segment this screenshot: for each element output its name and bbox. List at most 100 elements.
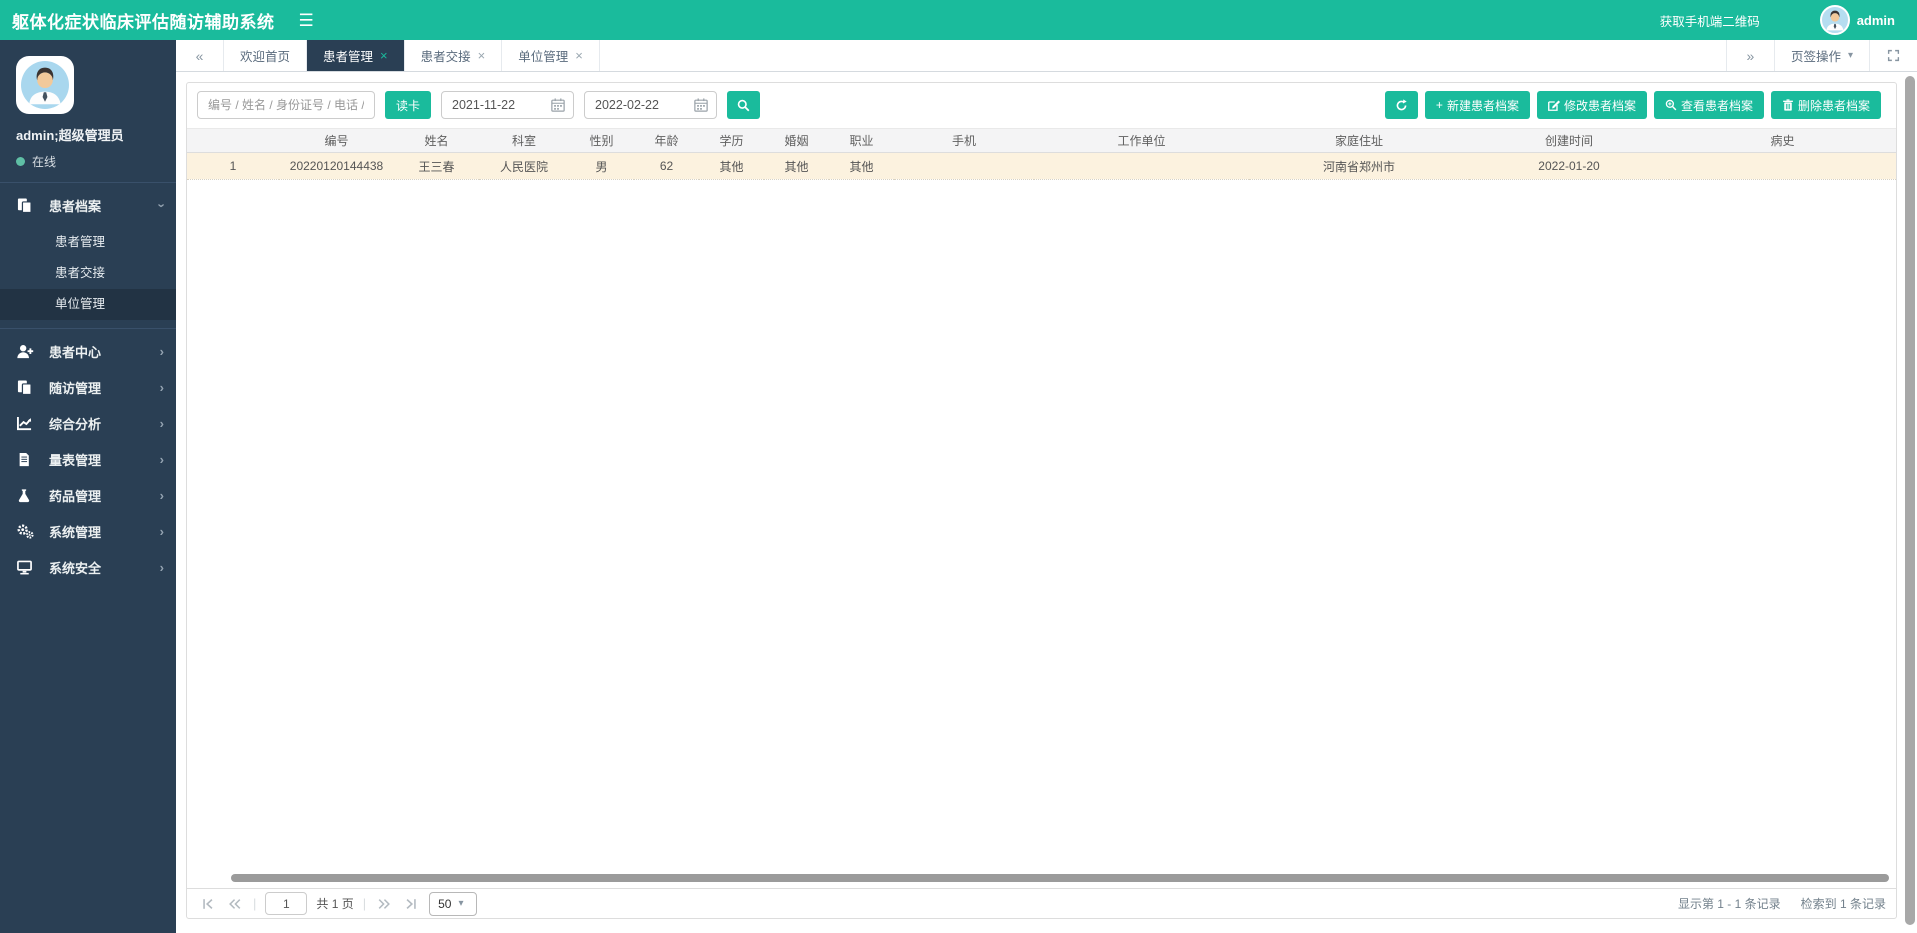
cell: 62 (634, 152, 699, 180)
tab-bar: « 欢迎首页 患者管理 × 患者交接 × 单位管理 × » 页签操作 ▾ (176, 40, 1917, 72)
sidebar-item-system-manage[interactable]: 系统管理 › (0, 513, 176, 549)
menu-label: 患者档案 (49, 198, 102, 214)
tab-patient-handover[interactable]: 患者交接 × (405, 40, 503, 71)
tab-unit-manage[interactable]: 单位管理 × (502, 40, 600, 71)
patient-table: 编号 姓名 科室 性别 年龄 学历 婚姻 职业 手机 工作单位 家庭住址 创建时… (187, 128, 1896, 180)
col-header[interactable]: 家庭住址 (1249, 128, 1469, 153)
patient-archive-submenu: 患者管理 患者交接 单位管理 (0, 223, 176, 329)
user-avatar[interactable] (1819, 5, 1850, 35)
search-button[interactable] (727, 91, 761, 119)
cell: 王三春 (394, 152, 479, 180)
page-size-select[interactable]: 50 ▾ (429, 891, 478, 916)
paste-icon (17, 197, 34, 213)
sidebar-toggle-icon[interactable]: ☰ (299, 12, 314, 29)
menu-label: 药品管理 (49, 488, 102, 504)
toolbar: 读卡 2021-11-22 2022-02-22 (187, 83, 1896, 128)
date-from-input[interactable]: 2021-11-22 (441, 91, 575, 119)
topbar: 躯体化症状临床评估随访辅助系统 ☰ 获取手机端二维码 admin (0, 0, 1917, 40)
refresh-icon (1396, 98, 1407, 110)
scroll-tabs-left-button[interactable]: « (176, 40, 224, 71)
edit-icon (1548, 100, 1560, 111)
view-patient-button[interactable]: 查看患者档案 (1653, 91, 1764, 119)
sidebar-subitem-patient-handover[interactable]: 患者交接 (0, 258, 176, 289)
close-icon[interactable]: × (478, 49, 486, 62)
fullscreen-button[interactable] (1869, 40, 1917, 71)
sidebar-item-followup-manage[interactable]: 随访管理 › (0, 369, 176, 405)
next-page-button[interactable] (375, 896, 393, 912)
zoom-in-icon (1665, 99, 1677, 111)
sidebar-item-patient-center[interactable]: 患者中心 › (0, 333, 176, 369)
col-header[interactable]: 工作单位 (1034, 128, 1249, 153)
col-header[interactable]: 性别 (569, 128, 634, 153)
file-lines-icon (17, 451, 34, 467)
col-header[interactable]: 科室 (479, 128, 569, 153)
user-plus-icon (17, 343, 34, 359)
last-page-button[interactable] (402, 896, 420, 912)
tab-patient-manage[interactable]: 患者管理 × (307, 40, 405, 71)
cell: 其他 (764, 152, 829, 180)
col-header[interactable]: 创建时间 (1469, 128, 1669, 153)
edit-patient-button[interactable]: 修改患者档案 (1536, 91, 1647, 119)
tab-actions-dropdown[interactable]: 页签操作 ▾ (1773, 40, 1869, 71)
col-header[interactable]: 编号 (279, 128, 394, 153)
view-patient-label: 查看患者档案 (1680, 98, 1753, 113)
cell (1034, 152, 1249, 180)
refresh-button[interactable] (1384, 91, 1418, 119)
online-status-dot (16, 157, 25, 166)
submenu-label: 患者交接 (55, 266, 106, 280)
sidebar-item-patient-archive[interactable]: 患者档案 › (0, 187, 176, 223)
page-number-input[interactable] (265, 892, 308, 915)
display-summary: 显示第 1 - 1 条记录 (1677, 897, 1781, 911)
create-patient-label: 新建患者档案 (1446, 98, 1519, 113)
desktop-icon (17, 559, 34, 575)
next-page-icon (378, 898, 391, 909)
col-header[interactable]: 病史 (1669, 128, 1896, 153)
vertical-scrollbar[interactable] (1905, 76, 1915, 925)
sidebar-item-scale-manage[interactable]: 量表管理 › (0, 441, 176, 477)
online-status: 在线 (16, 153, 176, 170)
col-header[interactable]: 婚姻 (764, 128, 829, 153)
tab-label: 患者管理 (323, 50, 374, 64)
table-row[interactable]: 1 20220120144438 王三春 人民医院 男 62 其他 其他 其他 … (187, 152, 1896, 180)
sidebar-item-analysis[interactable]: 综合分析 › (0, 405, 176, 441)
first-page-icon (203, 898, 213, 909)
menu-label: 患者中心 (49, 344, 102, 360)
sidebar-item-drug-manage[interactable]: 药品管理 › (0, 477, 176, 513)
double-right-icon: » (1746, 47, 1755, 64)
app-title: 躯体化症状临床评估随访辅助系统 (12, 12, 275, 32)
prev-page-icon (229, 898, 241, 909)
double-left-icon: « (195, 47, 204, 64)
menu-label: 系统安全 (49, 560, 102, 576)
tab-actions-label: 页签操作 (1790, 50, 1841, 64)
create-patient-button[interactable]: + 新建患者档案 (1424, 91, 1530, 119)
date-to-input[interactable]: 2022-02-22 (584, 91, 718, 119)
read-card-button[interactable]: 读卡 (385, 91, 432, 119)
topbar-username[interactable]: admin (1857, 13, 1895, 28)
scroll-tabs-right-button[interactable]: » (1725, 40, 1774, 71)
horizontal-scrollbar[interactable] (231, 874, 1889, 882)
chevron-right-icon: › (159, 451, 164, 467)
col-header[interactable]: 学历 (699, 128, 764, 153)
sidebar-subitem-unit-manage[interactable]: 单位管理 (0, 289, 176, 320)
prev-page-button[interactable] (226, 896, 244, 912)
sidebar-subitem-patient-manage[interactable]: 患者管理 (0, 227, 176, 258)
chevron-right-icon: › (159, 379, 164, 395)
close-icon[interactable]: × (575, 49, 583, 62)
col-header[interactable]: 职业 (829, 128, 894, 153)
col-header[interactable]: 姓名 (394, 128, 479, 153)
first-page-button[interactable] (199, 896, 217, 912)
online-status-label: 在线 (32, 155, 57, 169)
sidebar-item-system-security[interactable]: 系统安全 › (0, 549, 176, 585)
tab-label: 欢迎首页 (240, 50, 291, 64)
submenu-label: 单位管理 (55, 297, 106, 311)
last-page-icon (406, 898, 416, 909)
col-header[interactable]: 手机 (894, 128, 1034, 153)
menu-label: 系统管理 (49, 524, 102, 540)
delete-patient-button[interactable]: 删除患者档案 (1770, 91, 1881, 119)
search-input[interactable] (197, 91, 375, 119)
close-icon[interactable]: × (380, 49, 388, 62)
qr-code-link[interactable]: 获取手机端二维码 (1660, 11, 1760, 30)
tab-welcome[interactable]: 欢迎首页 (224, 40, 308, 71)
col-header[interactable]: 年龄 (634, 128, 699, 153)
plus-icon: + (1435, 98, 1443, 112)
